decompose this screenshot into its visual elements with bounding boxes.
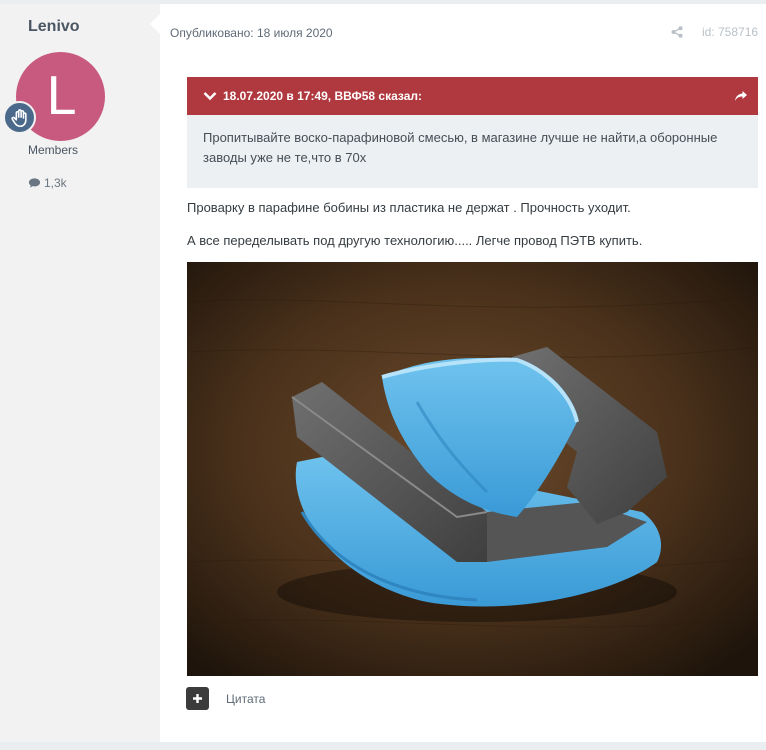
reputation: 1,3k [28, 176, 67, 190]
avatar-letter: L [46, 66, 75, 127]
share-arrow-icon[interactable] [734, 90, 748, 102]
comment-icon [28, 178, 41, 188]
quote-text: Пропитывайте воско-парафиновой смесью, в… [203, 130, 718, 165]
panel-notch [150, 12, 162, 36]
reputation-count: 1,3k [44, 176, 67, 190]
plus-icon [193, 694, 202, 703]
post-id[interactable]: id: 758716 [702, 25, 758, 39]
chevron-down-icon[interactable] [203, 91, 217, 101]
quote-author: 18.07.2020 в 17:49, ВВФ58 сказал: [223, 89, 423, 103]
post-paragraph: Проварку в парафине бобины из пластика н… [187, 200, 631, 215]
post-container: Lenivo L Members 1,3k Опубликовано: 18 и… [0, 4, 766, 742]
author-panel: Lenivo L Members 1,3k [0, 4, 160, 742]
published-date: Опубликовано: 18 июля 2020 [170, 26, 333, 40]
hand-icon [3, 101, 36, 134]
quote-block: 18.07.2020 в 17:49, ВВФ58 сказал: Пропит… [187, 77, 758, 188]
quote-header[interactable]: 18.07.2020 в 17:49, ВВФ58 сказал: [187, 77, 758, 115]
share-icon[interactable] [671, 26, 683, 38]
post-paragraph: А все переделывать под другую технологию… [187, 233, 643, 248]
author-name[interactable]: Lenivo [28, 18, 80, 36]
member-group: Members [28, 143, 79, 157]
quote-button-label[interactable]: Цитата [226, 692, 265, 706]
post-image[interactable] [187, 262, 758, 676]
add-quote-button[interactable] [186, 687, 209, 710]
